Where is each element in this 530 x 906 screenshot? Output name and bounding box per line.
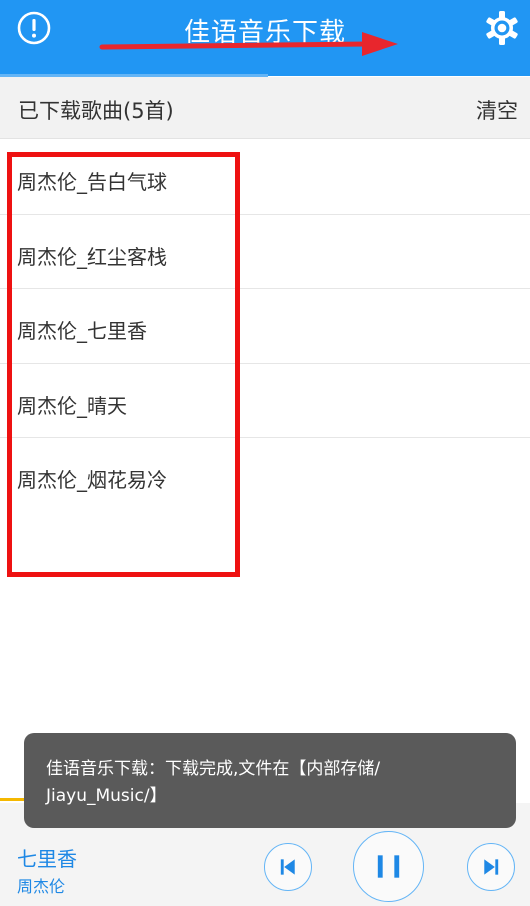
toast-message-line-2: Jiayu_Music/】 xyxy=(46,786,167,806)
now-playing-title[interactable]: 七里香 xyxy=(17,843,77,872)
song-list-item[interactable]: 周杰伦_七里香 xyxy=(0,289,530,364)
gear-icon[interactable] xyxy=(482,8,522,48)
song-list-item[interactable]: 周杰伦_晴天 xyxy=(0,364,530,438)
song-name: 周杰伦_烟花易冷 xyxy=(17,468,167,492)
now-playing-artist: 周杰伦 xyxy=(17,877,66,896)
song-list: 周杰伦_告白气球 周杰伦_红尘客栈 周杰伦_七里香 周杰伦_晴天 周杰伦_烟花易… xyxy=(0,140,530,513)
downloaded-count-title: 已下载歌曲(5首) xyxy=(18,99,174,123)
playback-progress-bar[interactable] xyxy=(0,798,24,801)
skip-previous-icon xyxy=(280,859,295,875)
song-name: 周杰伦_七里香 xyxy=(17,319,147,343)
toast-message-line-1: 佳语音乐下载：下载完成,文件在【内部存储/ xyxy=(46,759,381,779)
next-button[interactable] xyxy=(467,843,515,891)
pause-button[interactable] xyxy=(353,831,424,902)
previous-button[interactable] xyxy=(264,843,312,891)
song-list-item[interactable]: 周杰伦_红尘客栈 xyxy=(0,215,530,289)
downloaded-section-header: 已下载歌曲(5首) 清空 xyxy=(0,77,530,139)
skip-next-icon xyxy=(484,859,499,875)
song-name: 周杰伦_红尘客栈 xyxy=(17,244,167,269)
song-name: 周杰伦_晴天 xyxy=(17,393,127,418)
song-list-item[interactable]: 周杰伦_告白气球 xyxy=(0,140,530,215)
clear-button[interactable]: 清空 xyxy=(476,95,518,125)
song-list-item[interactable]: 周杰伦_烟花易冷 xyxy=(0,438,530,513)
download-complete-toast: 佳语音乐下载：下载完成,文件在【内部存储/ Jiayu_Music/】 xyxy=(24,733,516,828)
app-header: 佳语音乐下载 xyxy=(0,0,530,77)
song-name: 周杰伦_告白气球 xyxy=(17,170,167,194)
red-arrow-annotation xyxy=(99,32,398,56)
pause-icon xyxy=(377,855,400,878)
